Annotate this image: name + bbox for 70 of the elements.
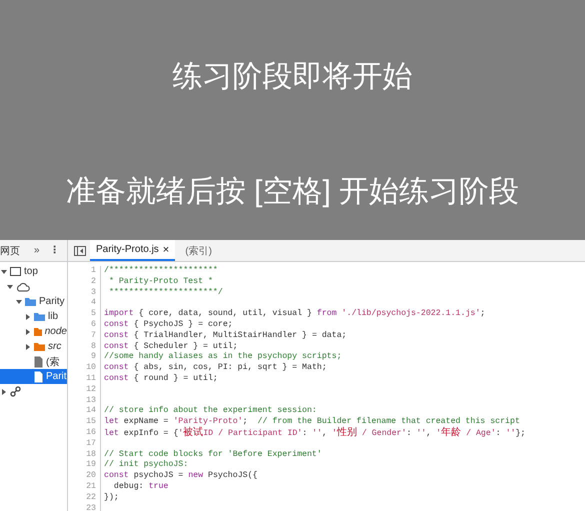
code-line: * Parity-Proto Test * (108, 276, 213, 288)
code-line: }); (103, 492, 119, 504)
code-line: //some handy aliases as in the psychopy scripts; (103, 352, 342, 363)
line-number: 20 (68, 471, 101, 482)
code-line: import { core, data, sound, util, visual } from './lib/psychojs-2022.1.1.js'; (103, 309, 486, 320)
frame-icon (10, 267, 21, 276)
line-number: 2 (68, 276, 101, 288)
line-number: 17 (68, 438, 101, 450)
code-line: const { abs, sin, cos, PI: pi, sqrt } = Math; (103, 363, 327, 374)
line-number: 1 (68, 266, 101, 277)
line-number: 15 (68, 417, 101, 428)
line-number: 23 (68, 504, 101, 511)
tree-item[interactable]: src (48, 341, 62, 352)
expanded-arrow-icon[interactable] (16, 298, 22, 304)
selected-row[interactable]: Parit (0, 369, 67, 384)
line-number: 13 (68, 396, 101, 406)
cloud-icon (16, 282, 30, 292)
code-line: **********************/ (108, 288, 223, 298)
more-tabs-button[interactable]: » (34, 245, 40, 256)
line-number: 21 (68, 482, 101, 493)
line-number: 3 (68, 288, 101, 298)
code-line: let expName = 'Parity-Proto'; // from the Builder filename that created this script (103, 417, 520, 426)
line-number: 9 (68, 352, 101, 364)
file-tab[interactable]: (索引) (179, 240, 218, 261)
line-number: 10 (68, 363, 101, 374)
expanded-arrow-icon[interactable] (1, 268, 7, 274)
instruction-text: 准备就绪后按 [空格] 开始练习阶段 (66, 174, 520, 210)
line-number: 5 (68, 309, 101, 320)
line-number: 7 (68, 330, 101, 342)
tree-item[interactable]: lib (48, 311, 58, 322)
line-number: 19 (68, 460, 101, 472)
line-number: 11 (68, 374, 101, 385)
file-tab[interactable]: Parity-Proto.js × (90, 240, 176, 261)
code-line: const { TrialHandler, MultiStairHandler } = data; (103, 330, 347, 342)
collapsed-arrow-icon[interactable] (25, 314, 31, 320)
nodes-icon (10, 386, 21, 397)
code-line: debug: true (112, 482, 168, 493)
line-number: 22 (68, 492, 101, 504)
collapsed-arrow-icon[interactable] (25, 344, 31, 350)
tree-item[interactable]: (索 (46, 354, 60, 368)
close-icon[interactable]: × (162, 244, 170, 256)
file-icon (34, 356, 43, 368)
stage-title: 练习阶段即将开始 (172, 59, 412, 95)
code-line: const { Scheduler } = util; (103, 342, 238, 352)
line-number: 6 (68, 320, 101, 331)
code-line: // Start code blocks for 'Before Experiment' (103, 450, 322, 460)
collapsed-arrow-icon[interactable] (25, 328, 31, 334)
code-line: const psychoJS = new PsychoJS({ (103, 471, 258, 482)
code-line: const { PsychoJS } = core; (103, 320, 233, 331)
tree-item[interactable]: node (44, 326, 67, 337)
line-number: 16 (68, 428, 101, 439)
code-line: // init psychoJS: (103, 460, 188, 471)
tree-item[interactable]: top (24, 266, 38, 277)
code-line: let expInfo = {'被试ID / Participant ID': '', '性别 / Gender': '', '年龄 / Age': ''}; (103, 428, 526, 439)
tree-item[interactable]: Parity (39, 296, 65, 307)
line-number: 4 (68, 298, 101, 310)
tree-item[interactable]: Parit (46, 371, 67, 382)
navigator-tab[interactable]: 网页 (0, 244, 20, 258)
code-line: // store info about the experiment session: (103, 406, 317, 417)
code-line: /********************** (103, 266, 218, 277)
code-line: const { round } = util; (103, 374, 218, 385)
line-number: 12 (68, 384, 101, 396)
line-number: 18 (68, 450, 101, 460)
line-number: 8 (68, 342, 101, 352)
line-number: 14 (68, 406, 101, 418)
collapsed-arrow-icon[interactable] (1, 388, 7, 394)
sidebar-toggle-icon[interactable] (74, 246, 86, 256)
file-icon (34, 370, 43, 382)
menu-button[interactable]: ⋮ (50, 245, 60, 256)
expanded-arrow-icon[interactable] (7, 284, 13, 290)
